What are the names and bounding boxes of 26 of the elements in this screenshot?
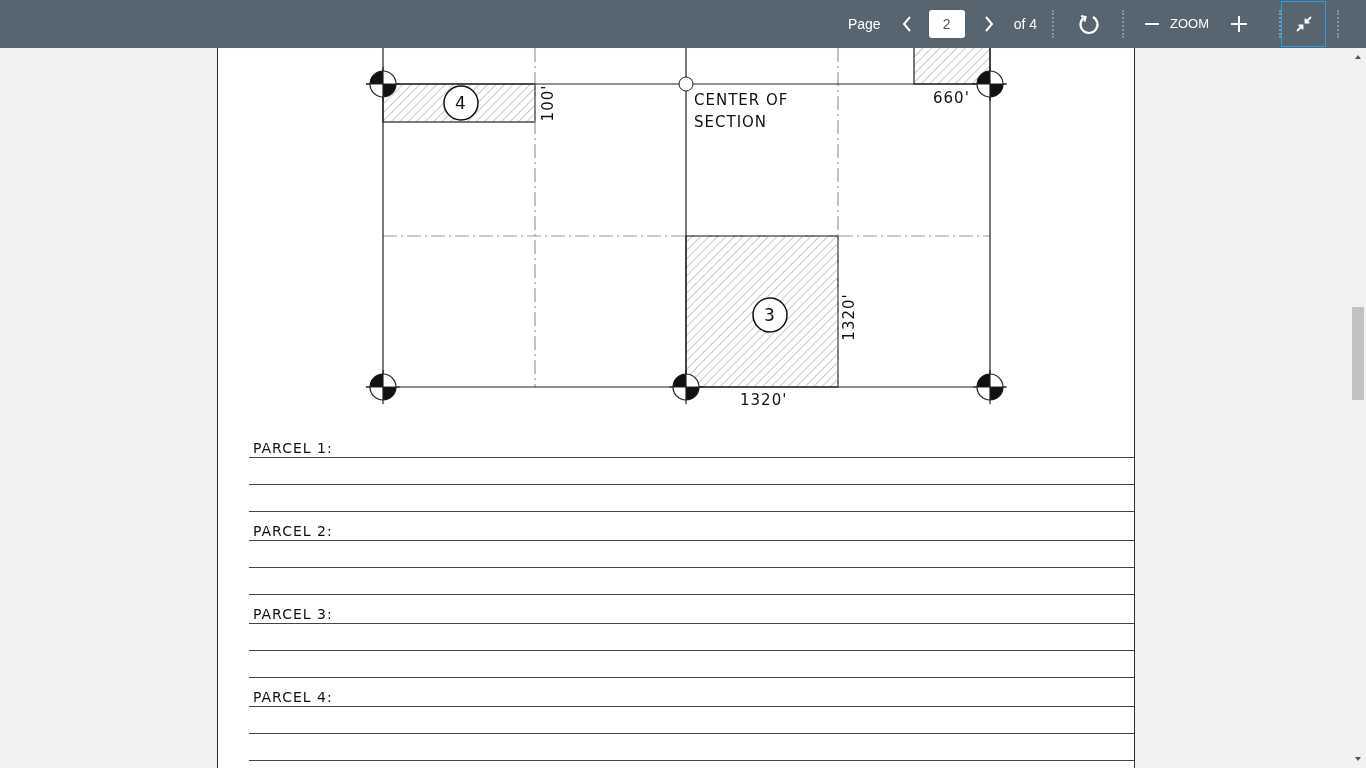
minus-icon <box>1145 23 1159 25</box>
scrollbar-thumb[interactable] <box>1352 307 1364 400</box>
dimension-label: 1320' <box>840 293 858 341</box>
dimension-label: 100' <box>539 84 557 122</box>
plus-icon <box>1230 15 1248 33</box>
collapse-arrows-icon <box>1294 15 1313 33</box>
parcel-label: PARCEL 1: <box>252 440 333 457</box>
map-note: SECTION <box>694 113 768 131</box>
page-label: Page <box>847 14 881 34</box>
chevron-right-icon <box>983 16 994 32</box>
dimension-label: 660' <box>933 89 970 107</box>
page-number-field[interactable]: 2 <box>928 10 965 38</box>
parcel-number: 4 <box>455 93 467 113</box>
parcel-label: PARCEL 4: <box>252 689 333 706</box>
exit-fullscreen-button[interactable] <box>1281 1 1326 47</box>
scroll-down-icon[interactable] <box>1354 756 1362 762</box>
chevron-left-icon <box>901 16 912 32</box>
map-note: CENTER OF <box>694 91 789 109</box>
zoom-label: ZOOM <box>1170 15 1209 34</box>
dimension-label: 1320' <box>740 391 788 409</box>
parcel-number: 3 <box>764 305 776 325</box>
rotate-icon <box>1078 13 1100 35</box>
parcel-label: PARCEL 2: <box>252 523 333 540</box>
parcel-label: PARCEL 3: <box>252 606 333 623</box>
scroll-up-icon[interactable] <box>1354 54 1362 60</box>
page-count: of 4 <box>1013 14 1037 34</box>
